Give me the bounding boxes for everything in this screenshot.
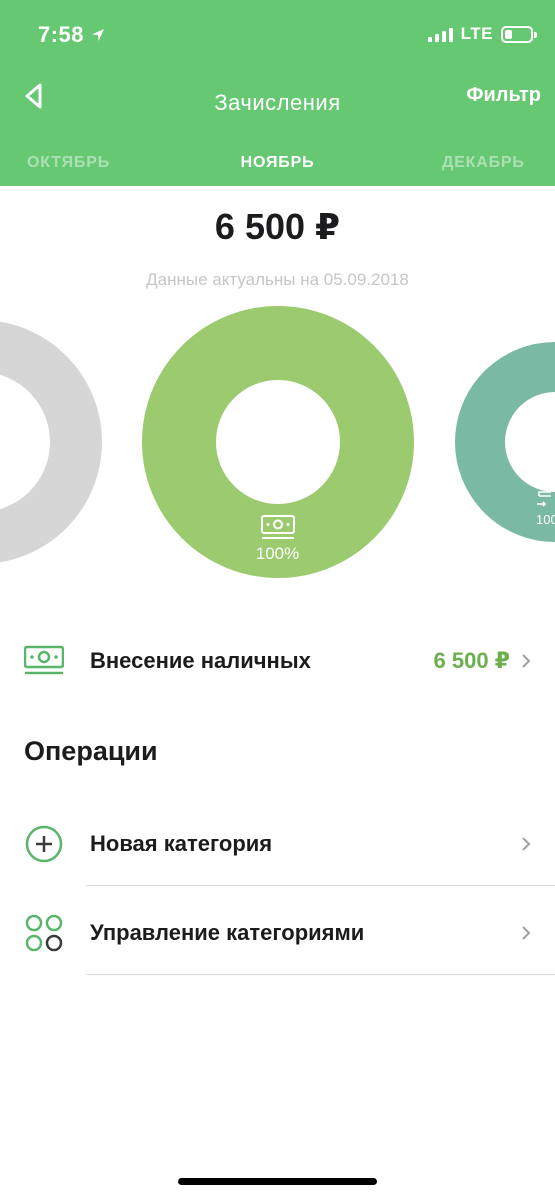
month-switcher: ОКТЯБРЬ НОЯБРЬ ДЕКАБРЬ [0, 150, 555, 180]
operations-title: Операции [24, 736, 158, 766]
home-indicator[interactable] [178, 1178, 377, 1185]
divider [86, 885, 555, 886]
plus-circle-icon [25, 825, 63, 863]
status-time: 7:58 [38, 22, 106, 48]
filter-button[interactable]: Фильтр [466, 84, 541, 107]
time-text: 7:58 [38, 22, 85, 47]
divider [86, 974, 555, 975]
location-arrow-icon [92, 29, 105, 41]
status-bar: 7:58 LTE [0, 0, 555, 70]
month-tab-next[interactable]: ДЕКАБРЬ [442, 154, 525, 172]
battery-icon [501, 25, 537, 43]
signal-icon [427, 26, 453, 42]
donut-carousel[interactable]: 100% 100 [0, 300, 555, 590]
new-category-row[interactable]: Новая категория [0, 822, 555, 866]
new-category-label: Новая категория [90, 831, 273, 856]
status-indicators: LTE [427, 24, 537, 44]
category-label: Внесение наличных [90, 648, 311, 673]
data-date-note: Данные актуальны на 05.09.2018 [146, 270, 409, 289]
donut-next[interactable] [455, 342, 555, 542]
cash-icon [24, 645, 64, 675]
chevron-right-icon [522, 654, 531, 668]
donut-current-slice[interactable] [142, 306, 414, 578]
donut-previous[interactable] [0, 321, 102, 563]
nav-bar: Зачисления Фильтр [0, 72, 555, 132]
total-amount: 6 500 ₽ [214, 206, 341, 247]
chevron-right-icon [522, 837, 531, 851]
header: 7:58 LTE Зачисления Фильтр ОКТЯБРЬ НОЯБР… [0, 0, 555, 186]
category-amount: 6 500 ₽ [433, 648, 510, 673]
manage-categories-row[interactable]: Управление категориями [0, 911, 555, 955]
donut-percent-label: 100% [255, 544, 300, 563]
network-type: LTE [460, 24, 493, 43]
chevron-right-icon [522, 926, 531, 940]
categories-grid-icon [25, 914, 63, 952]
category-row-cash[interactable]: Внесение наличных 6 500 ₽ [0, 640, 555, 682]
manage-categories-label: Управление категориями [90, 920, 365, 945]
donut-next-label: 100 [536, 512, 555, 527]
